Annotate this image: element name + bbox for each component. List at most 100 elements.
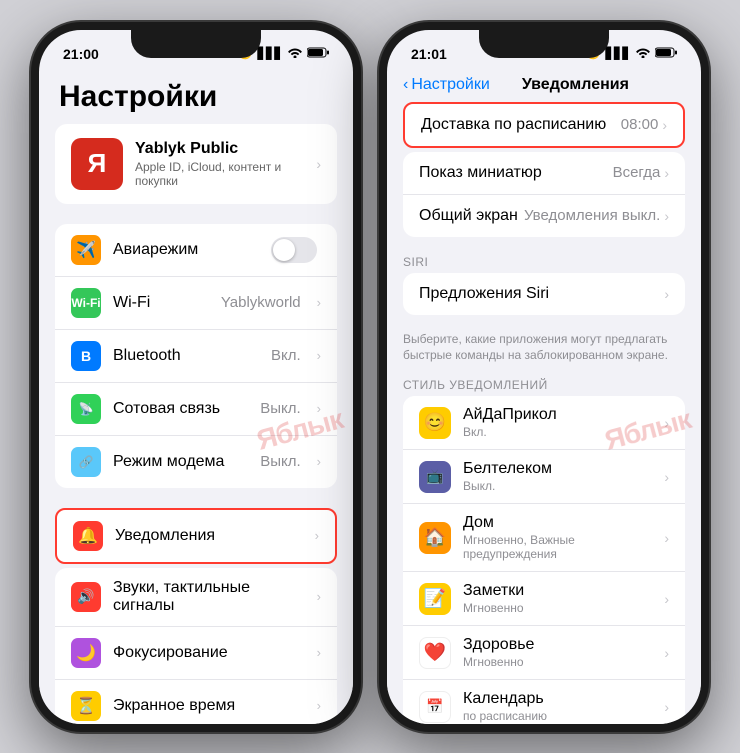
app-sub: Мгновенно, Важные предупреждения (463, 533, 652, 561)
siri-group: Предложения Siri › (403, 273, 685, 315)
account-sub: Apple ID, iCloud, контент и покупки (135, 160, 304, 188)
thumbnail-item[interactable]: Показ миниатюр Всегда › (403, 152, 685, 195)
bluetooth-chevron: › (317, 348, 321, 363)
cellular-item[interactable]: 📡 Сотовая связь Выкл. › (55, 383, 337, 436)
sounds-group: 🔊 Звуки, тактильные сигналы › 🌙 Фокусиро… (55, 568, 337, 724)
bluetooth-item[interactable]: B Bluetooth Вкл. › (55, 330, 337, 383)
shared-screen-item[interactable]: Общий экран Уведомления выкл. › (403, 195, 685, 237)
app-icon-beltelecom: 📺 (419, 461, 451, 493)
list-item[interactable]: 🏠 Дом Мгновенно, Важные предупреждения › (403, 504, 685, 572)
app-name: Здоровье (463, 636, 652, 654)
app-sub: Выкл. (463, 479, 652, 493)
back-button[interactable]: ‹ Настройки (403, 76, 490, 94)
status-time-right: 21:01 (411, 46, 447, 62)
app-info: Белтелеком Выкл. (463, 460, 652, 493)
siri-item[interactable]: Предложения Siri › (403, 273, 685, 315)
battery-icon-left (307, 47, 329, 61)
phone-left: 21:00 🌙 ▋▋▋ Настройки Я Yablyk Public Ap… (31, 22, 361, 732)
wifi-chevron: › (317, 295, 321, 310)
style-section-header: СТИЛЬ УВЕДОМЛЕНИЙ (387, 372, 701, 396)
app-icon-dom: 🏠 (419, 522, 451, 554)
shared-screen-value: Уведомления выкл. (524, 207, 660, 224)
app-name: Заметки (463, 582, 652, 600)
wifi-item[interactable]: Wi-Fi Wi-Fi Yablykworld › (55, 277, 337, 330)
app-icon-calendar: 📅 (419, 691, 451, 723)
shared-screen-label: Общий экран (419, 207, 524, 225)
bluetooth-icon: B (71, 341, 101, 371)
list-item[interactable]: 📅 Календарь по расписанию › (403, 680, 685, 723)
thumbnail-chevron: › (664, 165, 669, 181)
shared-screen-chevron: › (664, 208, 669, 224)
screentime-label: Экранное время (113, 697, 305, 715)
signal-icon-left: ▋▋▋ (258, 47, 283, 60)
focus-icon: 🌙 (71, 638, 101, 668)
airplane-label: Авиарежим (113, 241, 259, 259)
list-item[interactable]: 📝 Заметки Мгновенно › (403, 572, 685, 626)
app-chevron: › (664, 415, 669, 431)
app-info: Календарь по расписанию (463, 690, 652, 723)
notifications-chevron: › (315, 528, 319, 543)
app-sub: Вкл. (463, 425, 652, 439)
connectivity-group: ✈️ Авиарежим Wi-Fi Wi-Fi Yablykworld › B… (55, 224, 337, 488)
delivery-item[interactable]: Доставка по расписанию 08:00 › (405, 104, 683, 146)
siri-chevron: › (664, 286, 669, 302)
wifi-value: Yablykworld (221, 294, 301, 311)
focus-label: Фокусирование (113, 644, 305, 662)
notifications-icon: 🔔 (73, 521, 103, 551)
app-sub: Мгновенно (463, 601, 652, 615)
app-info: АйДаПрикол Вкл. (463, 406, 652, 439)
app-name: АйДаПрикол (463, 406, 652, 424)
airplane-mode-item[interactable]: ✈️ Авиарежим (55, 224, 337, 277)
screen-right: ‹ Настройки Уведомления Доставка по расп… (387, 72, 701, 724)
notifications-highlight[interactable]: 🔔 Уведомления › (55, 508, 337, 564)
account-card[interactable]: Я Yablyk Public Apple ID, iCloud, контен… (55, 124, 337, 204)
account-chevron: › (316, 156, 321, 172)
hotspot-item[interactable]: 🔗 Режим модема Выкл. › (55, 436, 337, 488)
cellular-label: Сотовая связь (113, 400, 248, 418)
cellular-icon: 📡 (71, 394, 101, 424)
account-info: Yablyk Public Apple ID, iCloud, контент … (135, 140, 304, 188)
hotspot-label: Режим модема (113, 453, 248, 471)
wifi-setting-icon: Wi-Fi (71, 288, 101, 318)
focus-chevron: › (317, 645, 321, 660)
hotspot-chevron: › (317, 454, 321, 469)
screentime-chevron: › (317, 698, 321, 713)
back-label: Настройки (411, 76, 489, 94)
screentime-item[interactable]: ⏳ Экранное время › (55, 680, 337, 724)
battery-icon-right (655, 47, 677, 61)
siri-section-header: SIRI (387, 249, 701, 273)
app-name: Дом (463, 514, 652, 532)
sounds-item[interactable]: 🔊 Звуки, тактильные сигналы › (55, 568, 337, 627)
app-chevron: › (664, 645, 669, 661)
thumbnail-label: Показ миниатюр (419, 164, 613, 182)
app-info: Заметки Мгновенно (463, 582, 652, 615)
app-chevron: › (664, 699, 669, 715)
phone-right: 21:01 🌙 ▋▋▋ ‹ Настройки Уведомления Дост… (379, 22, 709, 732)
focus-item[interactable]: 🌙 Фокусирование › (55, 627, 337, 680)
app-icon-aidaprikol: 😊 (419, 407, 451, 439)
settings-title: Настройки (39, 72, 353, 124)
airplane-icon: ✈️ (71, 235, 101, 265)
back-chevron-icon: ‹ (403, 76, 408, 94)
account-name: Yablyk Public (135, 140, 304, 158)
notifications-item[interactable]: 🔔 Уведомления › (57, 510, 335, 562)
nav-bar: ‹ Настройки Уведомления (387, 72, 701, 102)
app-chevron: › (664, 591, 669, 607)
hotspot-icon: 🔗 (71, 447, 101, 477)
airplane-toggle[interactable] (271, 237, 317, 263)
screentime-icon: ⏳ (71, 691, 101, 721)
list-item[interactable]: 📺 Белтелеком Выкл. › (403, 450, 685, 504)
list-item[interactable]: ❤️ Здоровье Мгновенно › (403, 626, 685, 680)
app-name: Календарь (463, 690, 652, 708)
cellular-value: Выкл. (260, 400, 300, 417)
app-icon-health: ❤️ (419, 637, 451, 669)
sounds-icon: 🔊 (71, 582, 101, 612)
app-name: Белтелеком (463, 460, 652, 478)
page-title: Уведомления (496, 76, 655, 94)
list-item[interactable]: 😊 АйДаПрикол Вкл. › (403, 396, 685, 450)
delivery-chevron: › (662, 117, 667, 133)
delivery-highlight[interactable]: Доставка по расписанию 08:00 › (403, 102, 685, 148)
siri-label: Предложения Siri (419, 285, 664, 303)
screen-left: Настройки Я Yablyk Public Apple ID, iClo… (39, 72, 353, 724)
account-icon: Я (71, 138, 123, 190)
